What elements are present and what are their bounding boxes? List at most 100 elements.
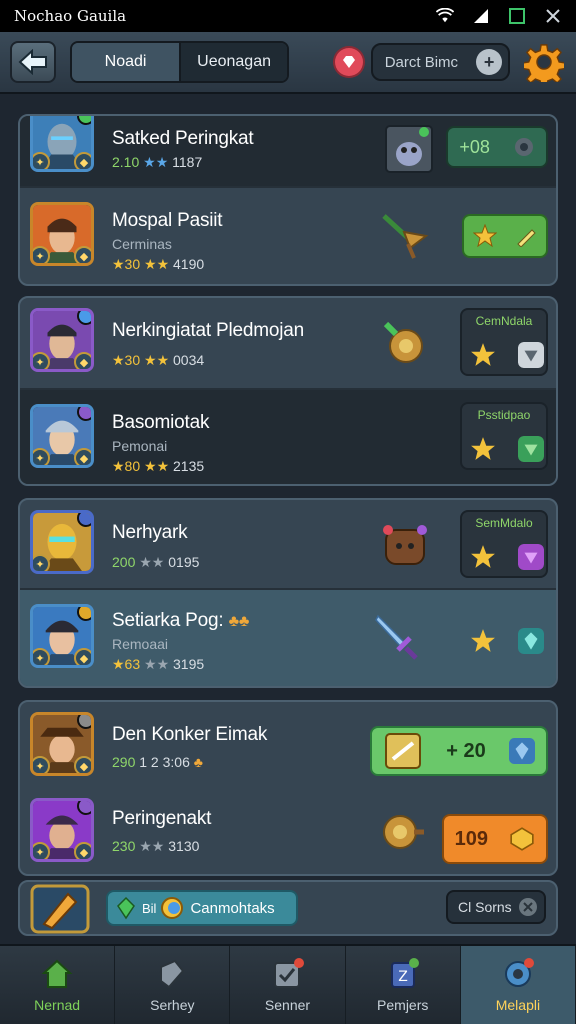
pill-prefix: Bil bbox=[142, 900, 157, 916]
list-row-8[interactable]: ✦ ◆ Peringenakt 230 ★★ 3130 109 bbox=[20, 790, 556, 874]
list-row-7[interactable]: ✦ ◆ Den Konker Eimak 290 1 2 3:06 ♣ + 20 bbox=[20, 702, 556, 790]
top-header: Noadi Ueonagan Darct Bimc + bbox=[0, 32, 576, 94]
class-badge-icon: ✦ bbox=[33, 842, 50, 859]
pencil-icon bbox=[517, 229, 536, 247]
purchase-value: 109 bbox=[454, 827, 489, 850]
avatar: ✦ ◆ bbox=[30, 712, 94, 776]
bonus-icons: ♣♣ bbox=[228, 613, 250, 630]
wifi-icon bbox=[436, 7, 454, 25]
row-title: Den Konker Eimak bbox=[112, 724, 268, 745]
slot-label: Psstidpao bbox=[477, 408, 531, 422]
book-icon: Z bbox=[390, 958, 419, 988]
nav-settings[interactable]: Melapli bbox=[460, 946, 576, 1024]
tab-group: Noadi Ueonagan bbox=[69, 41, 289, 83]
list-row-4[interactable]: ✦ ◆ Basomiotak Pemonai ★80 ★★ 2135 Pssti… bbox=[20, 388, 556, 484]
back-button[interactable] bbox=[10, 41, 56, 83]
reward-value: +08 bbox=[459, 136, 490, 157]
element-badge-icon: ◆ bbox=[74, 448, 91, 465]
element-badge-icon: ◆ bbox=[74, 648, 91, 665]
teal-gem-icon bbox=[518, 628, 544, 654]
upgrade-button[interactable] bbox=[462, 214, 548, 258]
panel-group-2: ✦ ◆ Nerkingiatat Pledmojan ★30 ★★ 0034 C… bbox=[18, 296, 558, 486]
spear-item-icon bbox=[382, 214, 429, 259]
row-title: Nerhyark bbox=[112, 522, 188, 543]
list-row-5[interactable]: ✦ Nerhyark 200 ★★ 0195 SemMdalo bbox=[20, 500, 556, 588]
pill-label: Canmohtaks bbox=[190, 899, 275, 917]
row-stats: 2.10 ★★ 1187 bbox=[112, 154, 203, 170]
avatar: ✦ bbox=[30, 510, 94, 574]
nav-heroes[interactable]: Serhey bbox=[115, 946, 231, 1024]
gem-button[interactable] bbox=[332, 46, 365, 78]
element-badge-icon: ◆ bbox=[74, 842, 91, 859]
pet-item-icon bbox=[383, 525, 427, 565]
coin-icon bbox=[161, 897, 184, 919]
row-stats: 230 ★★ 3130 bbox=[112, 838, 200, 854]
avatar: ✦ ◆ bbox=[30, 308, 94, 372]
gold-bar-icon bbox=[385, 733, 422, 769]
signal-icon bbox=[472, 7, 490, 25]
blue-gem-icon bbox=[508, 738, 535, 764]
plus-icon[interactable]: + bbox=[476, 49, 503, 75]
slot-box[interactable]: CemNdala bbox=[460, 308, 548, 376]
square-icon[interactable] bbox=[508, 7, 526, 25]
class-badge-icon: ✦ bbox=[33, 648, 50, 665]
close-icon[interactable] bbox=[544, 7, 562, 25]
disc-item-icon bbox=[383, 815, 424, 849]
class-badge-icon: ✦ bbox=[33, 352, 50, 369]
star-icon bbox=[473, 224, 497, 248]
row-title: Satked Peringkat bbox=[112, 128, 254, 149]
status-title: Nochao Gauila bbox=[14, 7, 127, 25]
bottom-strip: Bil Canmohtaks Cl Sorns bbox=[18, 880, 558, 936]
nav-home[interactable]: Nernad bbox=[0, 946, 116, 1024]
search-pill[interactable]: Darct Bimc + bbox=[370, 43, 511, 81]
avatar: ✦ ◆ bbox=[30, 202, 94, 266]
tab-noadi[interactable]: Noadi bbox=[71, 43, 180, 81]
slot-box[interactable]: Psstidpao bbox=[460, 402, 548, 470]
row-stats: ★63 ★★ 3195 bbox=[112, 656, 205, 672]
class-badge-icon: ✦ bbox=[33, 554, 50, 571]
hero-portrait-icon[interactable] bbox=[30, 884, 90, 934]
panel-group-1: ✦ ◆ Satked Peringkat 2.10 ★★ 1187 +08 ✦ … bbox=[18, 114, 558, 286]
element-badge-icon: ◆ bbox=[74, 352, 91, 369]
sort-label: Cl Sorns bbox=[458, 899, 512, 915]
nav-label: Serhey bbox=[150, 997, 195, 1013]
row-title: Peringenakt bbox=[112, 808, 212, 829]
home-icon bbox=[41, 959, 73, 988]
row-title: Mospal Pasiit bbox=[112, 210, 223, 231]
list-row-2[interactable]: ✦ ◆ Mospal Pasiit Cerminas ★30 ★★ 4190 bbox=[20, 186, 556, 284]
panel-group-4: ✦ ◆ Den Konker Eimak 290 1 2 3:06 ♣ + 20… bbox=[18, 700, 558, 876]
element-badge-icon: ◆ bbox=[74, 246, 91, 263]
purple-gem-icon bbox=[518, 544, 544, 570]
nav-label: Melapli bbox=[495, 997, 541, 1013]
rank-badge-icon bbox=[77, 513, 91, 527]
green-gem-icon bbox=[518, 436, 544, 462]
settings-button[interactable] bbox=[522, 40, 566, 84]
rank-badge-icon bbox=[77, 715, 91, 729]
list-row-1[interactable]: ✦ ◆ Satked Peringkat 2.10 ★★ 1187 +08 bbox=[20, 116, 556, 186]
rank-badge-icon bbox=[77, 801, 91, 815]
claim-value: + 20 bbox=[446, 739, 486, 762]
sort-button[interactable]: Cl Sorns bbox=[446, 890, 546, 924]
reward-button[interactable]: +08 bbox=[446, 126, 548, 168]
nav-players[interactable]: Z Pemjers bbox=[346, 946, 461, 1024]
avatar: ✦ ◆ bbox=[30, 604, 94, 668]
purchase-button[interactable]: 109 bbox=[442, 814, 548, 864]
nav-quests[interactable]: Senner bbox=[230, 946, 346, 1024]
row-stats: ★30 ★★ 4190 bbox=[112, 256, 205, 272]
rank-badge-icon bbox=[77, 407, 91, 421]
row-stats: ★80 ★★ 2135 bbox=[112, 458, 205, 474]
gem-icon bbox=[342, 56, 355, 68]
class-badge-icon: ✦ bbox=[33, 152, 50, 169]
claim-button[interactable]: + 20 bbox=[370, 726, 548, 776]
tab-ueonagan[interactable]: Ueonagan bbox=[179, 43, 287, 81]
slot-box[interactable]: SemMdalo bbox=[460, 510, 548, 578]
gear-icon bbox=[524, 44, 565, 82]
list-row-3[interactable]: ✦ ◆ Nerkingiatat Pledmojan ★30 ★★ 0034 C… bbox=[20, 298, 556, 388]
class-badge-icon: ✦ bbox=[33, 448, 50, 465]
sword-item-icon bbox=[375, 614, 418, 660]
collection-pill[interactable]: Bil Canmohtaks bbox=[106, 890, 298, 926]
row-stats: ★30 ★★ 0034 bbox=[112, 352, 205, 368]
gem-slot-icon bbox=[518, 342, 544, 368]
list-row-6[interactable]: ✦ ◆ Setiarka Pog: ♣♣ Remoaai ★63 ★★ 3195 bbox=[20, 588, 556, 686]
creature-item-icon bbox=[385, 125, 433, 173]
